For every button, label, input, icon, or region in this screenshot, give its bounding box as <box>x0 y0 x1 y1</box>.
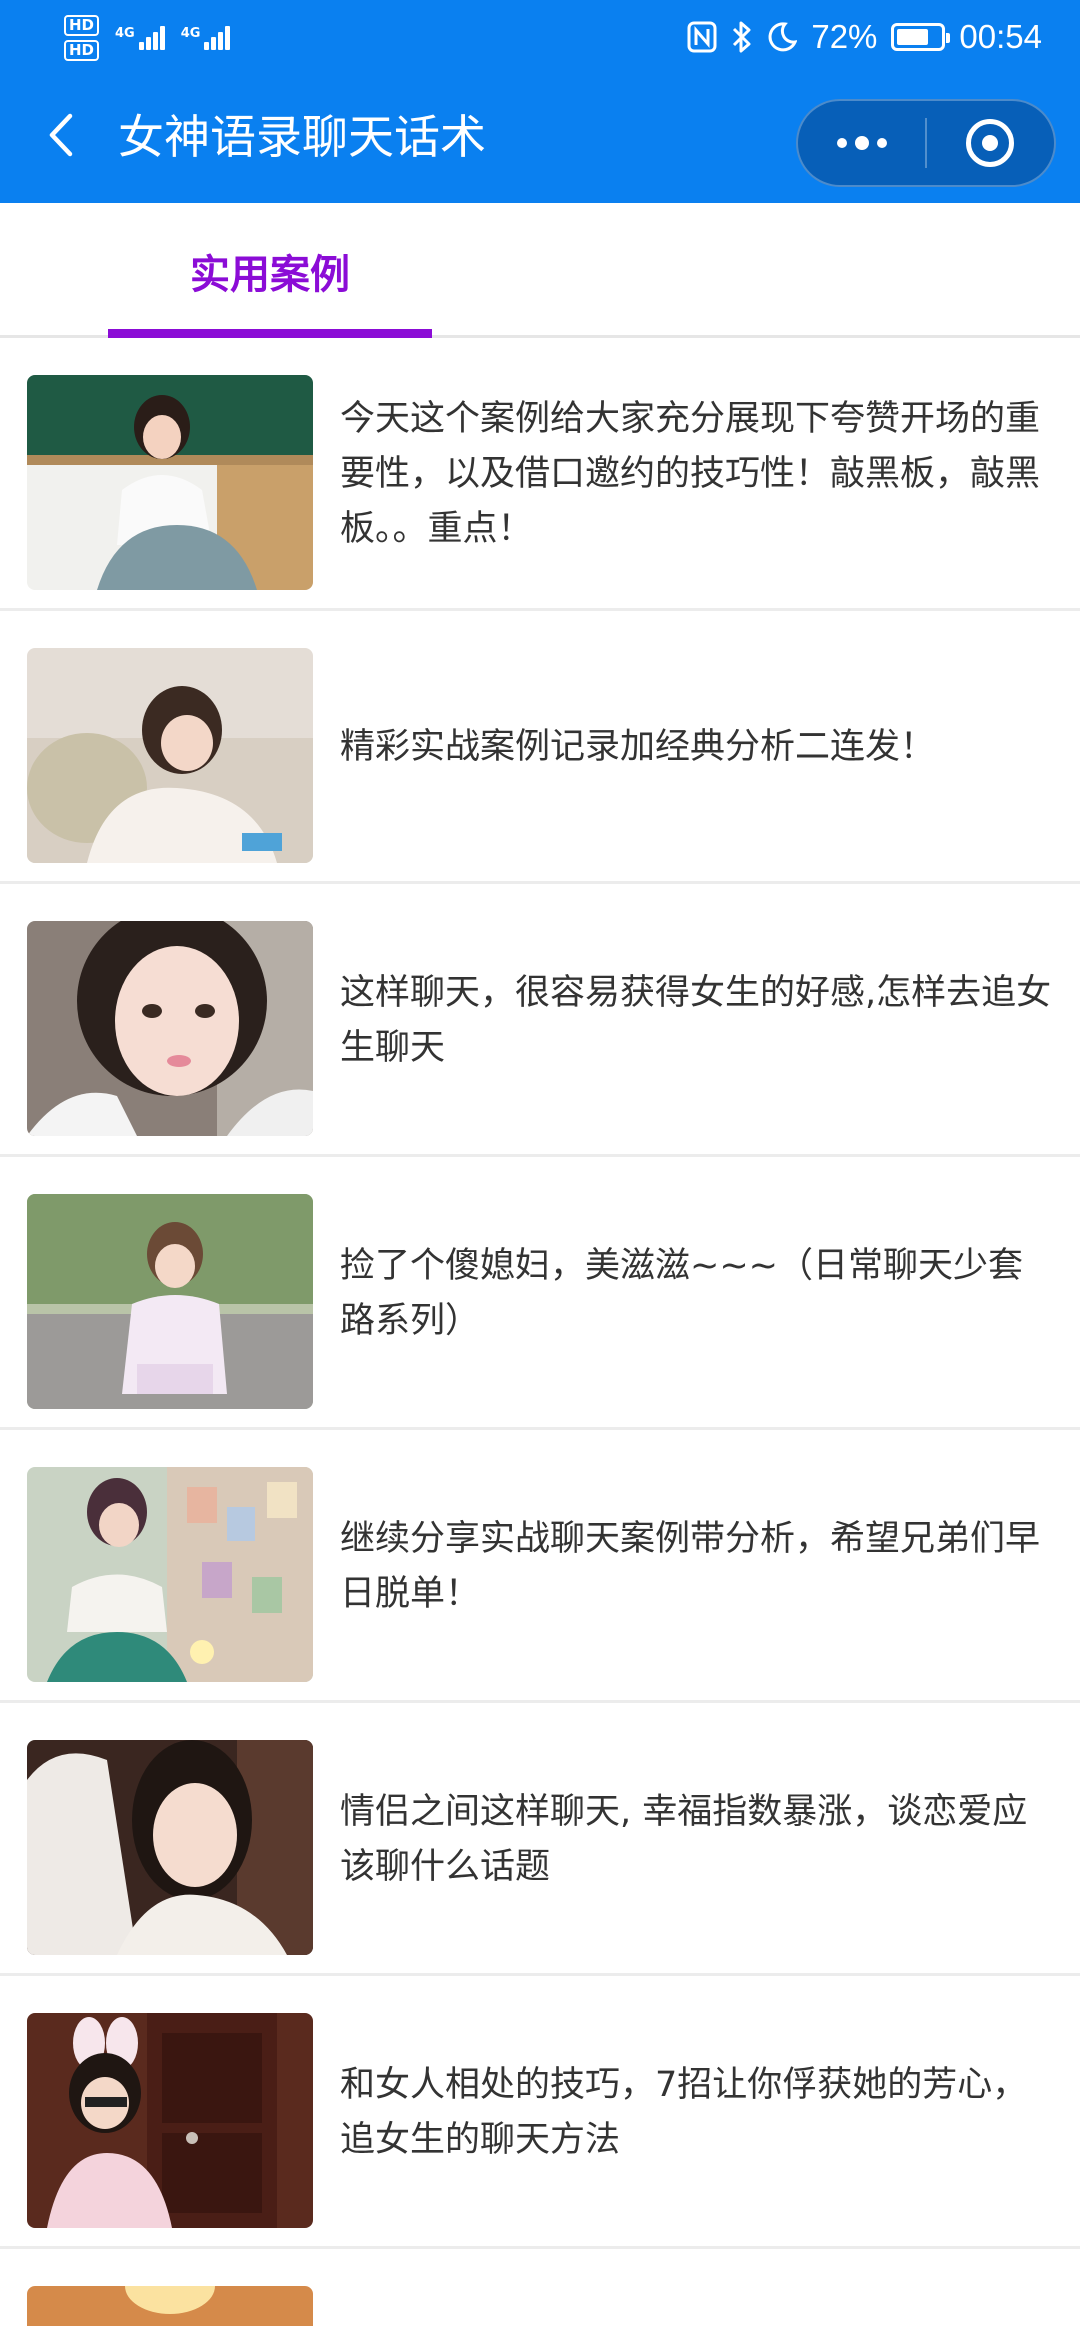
close-mini-program-button[interactable] <box>927 101 1054 185</box>
battery-level <box>897 29 928 45</box>
article-thumbnail <box>27 648 313 863</box>
article-title: 今天这个案例给大家充分展现下夸赞开场的重要性，以及借口邀约的技巧性！敲黑板，敲黑… <box>340 399 1041 549</box>
hd-badge-1: HD <box>64 15 100 36</box>
network-type-1: 4G <box>115 26 135 41</box>
status-left: HD HD 4G 4G <box>64 8 231 68</box>
article-thumbnail <box>27 921 313 1136</box>
article-title: 继续分享实战聊天案例带分析，希望兄弟们早日脱单！ <box>340 1518 1041 1614</box>
list-item[interactable]: 精彩实战案例记录加经典分析二连发！ <box>0 611 1080 884</box>
page-title: 女神语录聊天话术 <box>118 110 486 164</box>
article-thumbnail <box>27 375 313 590</box>
article-thumbnail <box>27 2013 313 2228</box>
article-title: 捡了个傻媳妇，美滋滋~~~（日常聊天少套路系列） <box>340 1245 1023 1341</box>
more-button[interactable] <box>798 101 925 185</box>
header: HD HD 4G 4G 72% 00:54 女神语录聊天话术 <box>0 0 1080 203</box>
list-item[interactable]: 继续分享实战聊天案例带分析，希望兄弟们早日脱单！ <box>0 1430 1080 1703</box>
article-thumbnail <box>27 1740 313 1955</box>
list-item[interactable]: 情侣之间这样聊天, 幸福指数暴涨，谈恋爱应该聊什么话题 <box>0 1703 1080 1976</box>
article-title: 这样聊天，很容易获得女生的好感,怎样去追女生聊天 <box>340 972 1052 1068</box>
list-item[interactable]: 捡了个傻媳妇，美滋滋~~~（日常聊天少套路系列） <box>0 1157 1080 1430</box>
hd-badge-2: HD <box>64 40 100 61</box>
network-type-2: 4G <box>180 26 201 41</box>
article-title: 和女人相处的技巧，7招让你俘获她的芳心，追女生的聊天方法 <box>340 2064 1028 2160</box>
article-title: 情侣之间这样聊天, 幸福指数暴涨，谈恋爱应该聊什么话题 <box>340 1791 1028 1887</box>
moon-icon <box>768 22 798 52</box>
chevron-left-icon <box>49 113 73 157</box>
status-right: 72% 00:54 <box>687 12 1042 62</box>
article-thumbnail <box>27 2286 313 2326</box>
signal-icon-2: 4G <box>181 26 231 50</box>
nav-bar: 女神语录聊天话术 <box>0 75 1080 203</box>
tab-practical-cases[interactable]: 实用案例 <box>108 203 432 338</box>
list-item[interactable]: 和女人相处的技巧，7招让你俘获她的芳心，追女生的聊天方法 <box>0 1976 1080 2249</box>
bluetooth-icon <box>733 21 751 53</box>
signal-icon-1: 4G <box>115 26 165 50</box>
mini-program-capsule <box>796 99 1056 187</box>
hd-indicators: HD HD <box>64 15 100 61</box>
list-item[interactable]: 这样聊天，很容易获得女生的好感,怎样去追女生聊天 <box>0 884 1080 1157</box>
article-list: 今天这个案例给大家充分展现下夸赞开场的重要性，以及借口邀约的技巧性！敲黑板，敲黑… <box>0 338 1080 2326</box>
list-item[interactable]: 今天这个案例给大家充分展现下夸赞开场的重要性，以及借口邀约的技巧性！敲黑板，敲黑… <box>0 338 1080 611</box>
battery-icon <box>891 23 951 51</box>
more-dots-icon <box>836 136 887 150</box>
article-title: 精彩实战案例记录加经典分析二连发！ <box>340 727 936 767</box>
tab-active-indicator <box>108 329 432 338</box>
nfc-icon <box>687 21 717 53</box>
list-item[interactable] <box>0 2249 1080 2326</box>
clock: 00:54 <box>959 18 1042 55</box>
article-thumbnail <box>27 1194 313 1409</box>
article-thumbnail <box>27 1467 313 1682</box>
target-circle-icon <box>966 119 1015 167</box>
tab-label: 实用案例 <box>190 251 350 298</box>
battery-percent: 72% <box>811 18 878 55</box>
status-bar: HD HD 4G 4G 72% 00:54 <box>0 0 1080 75</box>
back-button[interactable] <box>36 105 86 165</box>
tab-bar: 实用案例 <box>0 203 1080 338</box>
